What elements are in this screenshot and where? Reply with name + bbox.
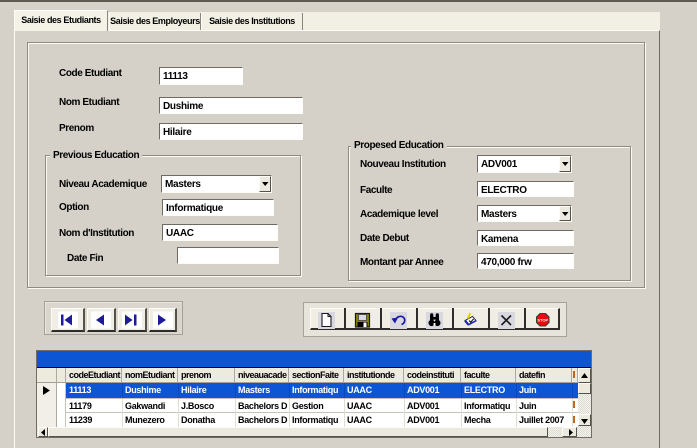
- svg-text:STOP: STOP: [537, 317, 548, 322]
